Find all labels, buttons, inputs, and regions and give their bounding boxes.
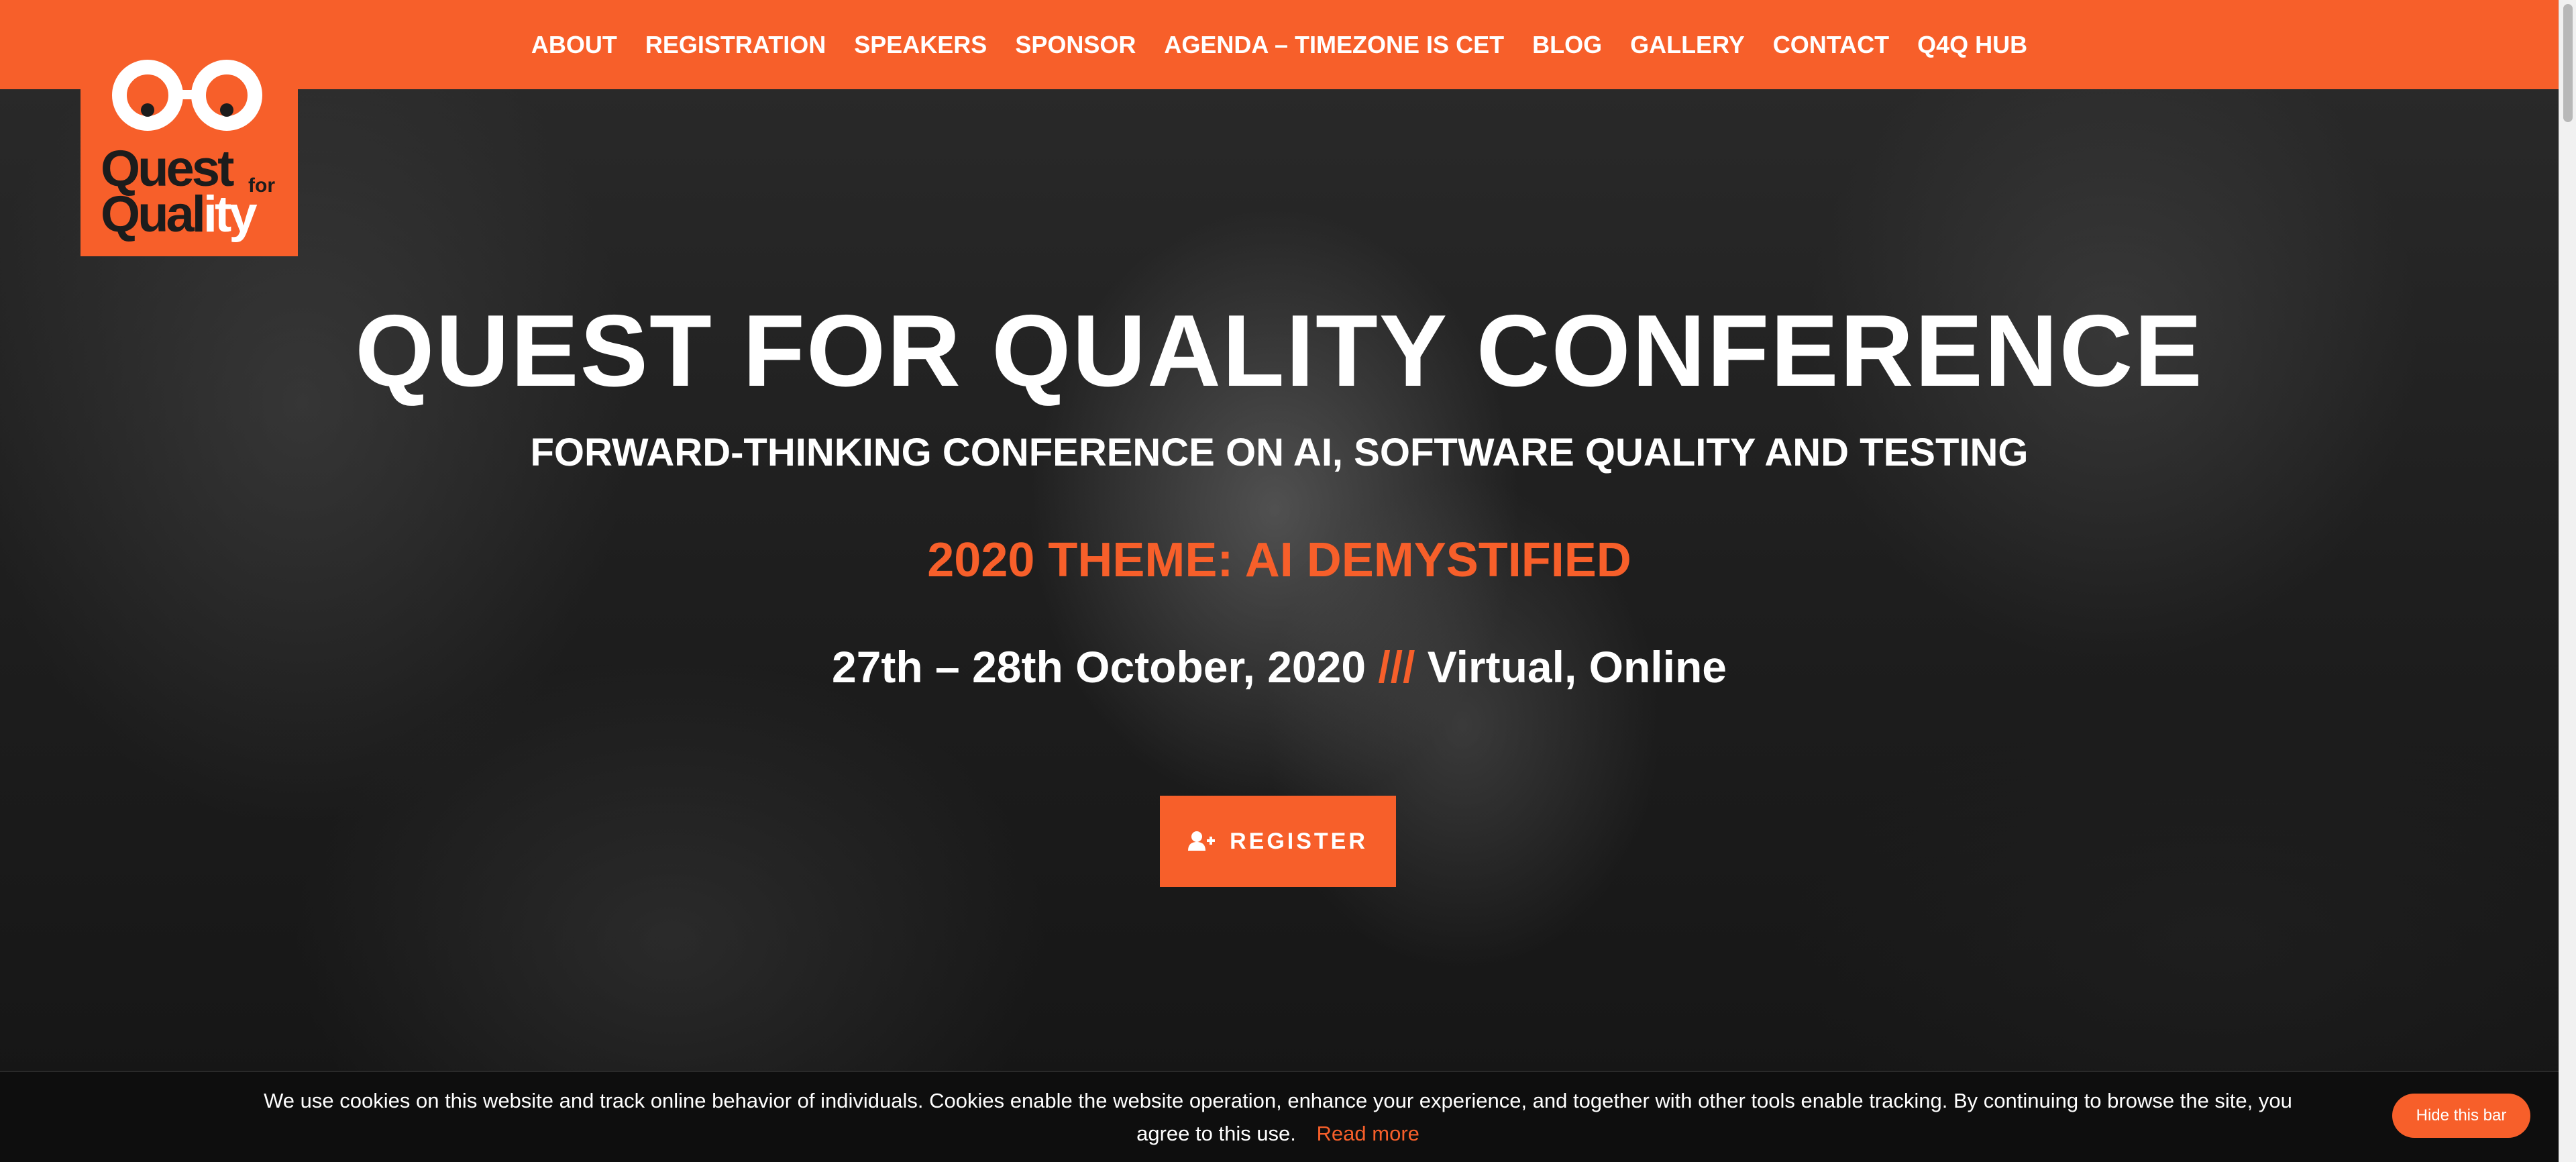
event-location: Virtual, Online [1427,642,1727,692]
date-separator: /// [1378,642,1415,692]
nav-item-registration[interactable]: REGISTRATION [645,31,826,59]
nav-item-speakers[interactable]: SPEAKERS [854,31,987,59]
nav-item-sponsor[interactable]: SPONSOR [1015,31,1136,59]
nav-item-contact[interactable]: CONTACT [1773,31,1889,59]
nav-item-about[interactable]: ABOUT [531,31,617,59]
page-scrollbar[interactable] [2559,0,2576,1162]
hero-title: QUEST FOR QUALITY CONFERENCE [355,294,2204,408]
site-logo[interactable]: Quest for Quality [80,43,298,256]
nav-item-q4q-hub[interactable]: Q4Q HUB [1917,31,2027,59]
nav-item-blog[interactable]: BLOG [1532,31,1602,59]
cookie-consent-bar: We use cookies on this website and track… [0,1071,2559,1162]
nav-item-agenda[interactable]: AGENDA – TIMEZONE IS CET [1164,31,1504,59]
logo-text-quality: Quality [101,186,258,243]
event-date: 27th – 28th October, 2020 [832,642,1366,692]
add-user-icon [1188,831,1216,851]
hero-date-location: 27th – 28th October, 2020 /// Virtual, O… [0,641,2559,694]
page: ABOUT REGISTRATION SPEAKERS SPONSOR AGEN… [0,0,2576,1162]
main-nav: ABOUT REGISTRATION SPEAKERS SPONSOR AGEN… [0,0,2559,89]
logo-text-ity: ity [203,186,258,243]
hero-theme: 2020 THEME: AI DEMYSTIFIED [927,533,1631,587]
top-navbar: ABOUT REGISTRATION SPEAKERS SPONSOR AGEN… [0,0,2559,89]
cookie-read-more-link[interactable]: Read more [1317,1122,1419,1145]
glasses-icon [112,60,262,131]
nav-item-gallery[interactable]: GALLERY [1630,31,1745,59]
hero-subtitle: FORWARD-THINKING CONFERENCE ON AI, SOFTW… [530,431,2029,474]
register-label: REGISTER [1230,828,1368,854]
cookie-text: We use cookies on this website and track… [264,1089,2292,1145]
register-button[interactable]: REGISTER [1160,796,1396,887]
cookie-message: We use cookies on this website and track… [255,1084,2301,1150]
logo-text-qual: Qual [101,186,206,243]
scrollbar-thumb[interactable] [2563,4,2573,122]
hide-cookie-bar-button[interactable]: Hide this bar [2392,1094,2530,1138]
